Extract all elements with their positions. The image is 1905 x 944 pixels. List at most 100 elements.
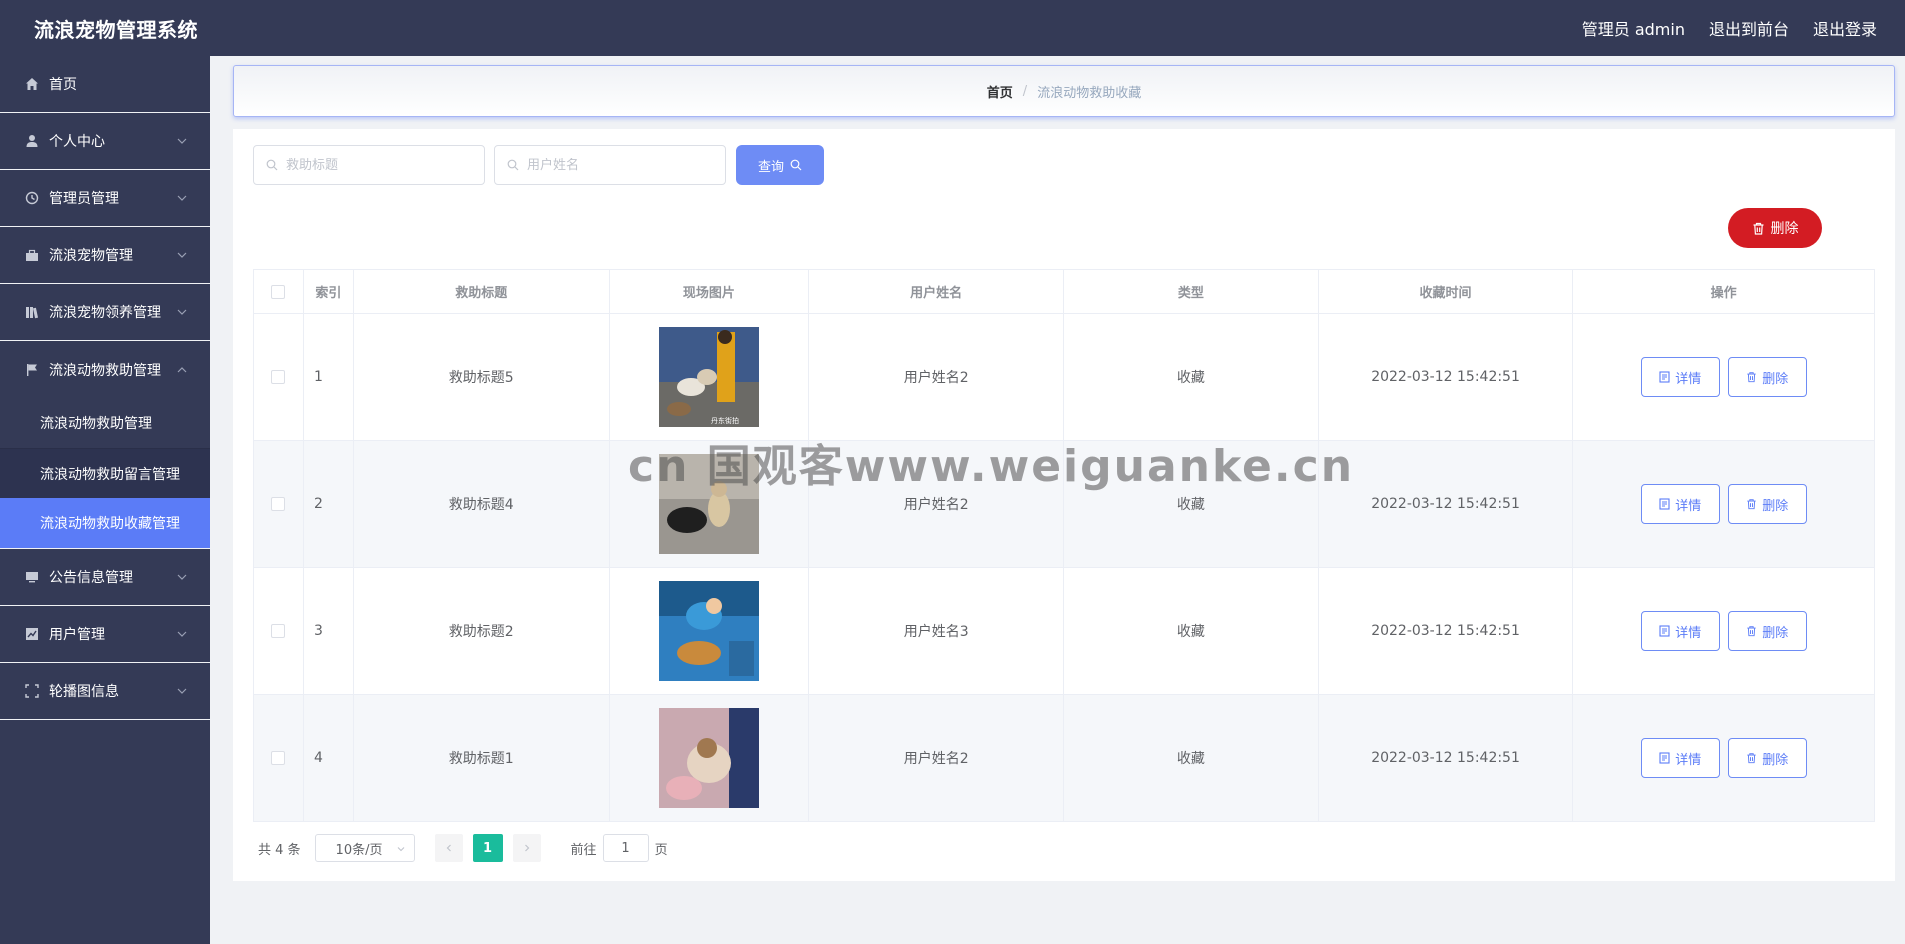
- cell-type: 收藏: [1064, 314, 1319, 440]
- cell-title: 救助标题4: [353, 441, 610, 567]
- clock-icon: [24, 190, 40, 206]
- page-jump: 前往 页: [571, 834, 668, 862]
- sidebar-item-personal-center[interactable]: 个人中心: [0, 113, 210, 170]
- page-size-select[interactable]: 10条/页: [314, 834, 415, 862]
- chevron-up-icon: [177, 366, 187, 372]
- exit-to-front-link[interactable]: 退出到前台: [1709, 16, 1789, 40]
- table-row: 2 救助标题4 用户姓名2 收藏 2022-03-12 15:42:51 详情 …: [254, 441, 1875, 568]
- monitor-icon: [24, 569, 40, 585]
- row-checkbox[interactable]: [271, 751, 286, 765]
- cell-user: 用户姓名3: [809, 568, 1065, 694]
- delete-button[interactable]: 删除: [1727, 611, 1807, 651]
- table-row: 1 救助标题5 丹东街拍 用户姓名2 收藏 2022-03-12 15:42:5…: [254, 314, 1874, 441]
- chevron-down-icon: [177, 195, 187, 201]
- page-number-current[interactable]: 1: [472, 834, 503, 862]
- detail-label: 详情: [1675, 371, 1702, 387]
- rescue-photo[interactable]: 丹东街拍: [658, 327, 759, 427]
- delete-label: 删除: [1762, 625, 1789, 641]
- delete-button[interactable]: 删除: [1727, 738, 1807, 778]
- trash-icon: [1747, 499, 1756, 510]
- favorites-table: 索引 救助标题 现场图片 用户姓名 类型 收藏时间 操作 1 救助标题5 丹东街…: [253, 269, 1875, 822]
- detail-button[interactable]: 详情: [1640, 484, 1720, 524]
- cell-time: 2022-03-12 15:42:51: [1318, 695, 1574, 821]
- delete-label: 删除: [1762, 752, 1789, 768]
- table-header-row: 索引 救助标题 现场图片 用户姓名 类型 收藏时间 操作: [254, 270, 1874, 314]
- cell-index: 2: [303, 441, 354, 567]
- sidebar-item-adoption-management[interactable]: 流浪宠物领养管理: [0, 284, 210, 341]
- cell-time: 2022-03-12 15:42:51: [1319, 568, 1574, 694]
- rescue-photo[interactable]: [658, 708, 759, 808]
- delete-button[interactable]: 删除: [1727, 484, 1807, 524]
- column-header: 类型: [1064, 270, 1319, 313]
- submenu-item-label: 流浪动物救助管理: [40, 416, 152, 432]
- query-button[interactable]: 查询: [736, 145, 824, 185]
- row-checkbox[interactable]: [271, 370, 286, 384]
- cell-index: 4: [303, 695, 354, 821]
- detail-label: 详情: [1675, 625, 1702, 641]
- user-icon: [24, 133, 40, 149]
- batch-delete-button[interactable]: 删除: [1728, 208, 1822, 248]
- detail-button[interactable]: 详情: [1640, 357, 1720, 397]
- breadcrumb-home[interactable]: 首页: [987, 82, 1013, 101]
- sidebar-item-stray-pet-management[interactable]: 流浪宠物管理: [0, 227, 210, 284]
- row-checkbox[interactable]: [271, 624, 286, 638]
- submenu-item-rescue-messages[interactable]: 流浪动物救助留言管理: [0, 448, 210, 498]
- document-icon: [1659, 498, 1670, 510]
- chevron-down-icon: [177, 574, 187, 580]
- chevron-down-icon: [177, 252, 187, 258]
- sidebar-item-carousel-info[interactable]: 轮播图信息: [0, 663, 210, 720]
- photo-caption: 丹东街拍: [711, 416, 739, 425]
- detail-button[interactable]: 详情: [1640, 738, 1720, 778]
- sidebar-item-rescue-management[interactable]: 流浪动物救助管理: [0, 341, 210, 398]
- cell-actions: 详情 删除: [1573, 441, 1875, 567]
- cell-actions: 详情 删除: [1573, 695, 1875, 821]
- books-icon: [24, 304, 40, 320]
- search-user-field[interactable]: [494, 145, 726, 185]
- sidebar-item-announcement-management[interactable]: 公告信息管理: [0, 549, 210, 606]
- breadcrumb-separator: /: [1022, 83, 1028, 99]
- detail-label: 详情: [1675, 498, 1702, 514]
- select-all-checkbox[interactable]: [271, 284, 286, 299]
- column-header: 用户姓名: [809, 270, 1064, 313]
- sidebar-item-user-management[interactable]: 用户管理: [0, 606, 210, 663]
- row-checkbox[interactable]: [271, 497, 286, 511]
- delete-button[interactable]: 删除: [1727, 357, 1807, 397]
- detail-label: 详情: [1675, 752, 1702, 768]
- submenu-item-rescue-management[interactable]: 流浪动物救助管理: [0, 398, 210, 448]
- submenu-item-rescue-favorites[interactable]: 流浪动物救助收藏管理: [0, 498, 210, 548]
- document-icon: [1659, 625, 1670, 637]
- sidebar-item-label: 个人中心: [49, 134, 105, 150]
- goto-page-input[interactable]: [602, 834, 649, 862]
- chevron-down-icon: [177, 688, 187, 694]
- detail-button[interactable]: 详情: [1640, 611, 1720, 651]
- rescue-photo[interactable]: [658, 454, 759, 554]
- table-row: 3 救助标题2 用户姓名3 收藏 2022-03-12 15:42:51 详情 …: [254, 568, 1874, 695]
- next-page-button[interactable]: [512, 834, 541, 862]
- column-header: 收藏时间: [1319, 270, 1574, 313]
- sidebar-item-home[interactable]: 首页: [0, 56, 210, 113]
- cell-user: 用户姓名2: [809, 695, 1065, 821]
- breadcrumb-current: 流浪动物救助收藏: [1037, 85, 1142, 101]
- chevron-down-icon: [397, 847, 404, 852]
- logout-link[interactable]: 退出登录: [1813, 16, 1877, 40]
- cell-title: 救助标题1: [353, 695, 610, 821]
- row-select-cell: [254, 314, 304, 440]
- prev-page-button[interactable]: [434, 834, 463, 862]
- sidebar-item-admin-management[interactable]: 管理员管理: [0, 170, 210, 227]
- chart-icon: [24, 626, 40, 642]
- chevron-down-icon: [177, 631, 187, 637]
- row-select-cell: [254, 695, 304, 821]
- sidebar-item-label: 用户管理: [49, 627, 105, 643]
- search-user-input[interactable]: [527, 157, 707, 173]
- cell-title: 救助标题2: [354, 568, 610, 694]
- rescue-photo[interactable]: [658, 581, 759, 681]
- search-title-input[interactable]: [286, 157, 466, 173]
- delete-label: 删除: [1762, 498, 1789, 514]
- cell-time: 2022-03-12 15:42:51: [1319, 314, 1574, 440]
- search-icon: [507, 159, 519, 171]
- sidebar-item-label: 轮播图信息: [49, 684, 119, 700]
- cell-type: 收藏: [1064, 441, 1319, 567]
- sidebar-item-label: 流浪动物救助管理: [49, 362, 161, 379]
- app-title: 流浪宠物管理系统: [34, 17, 198, 42]
- search-title-field[interactable]: [253, 145, 485, 185]
